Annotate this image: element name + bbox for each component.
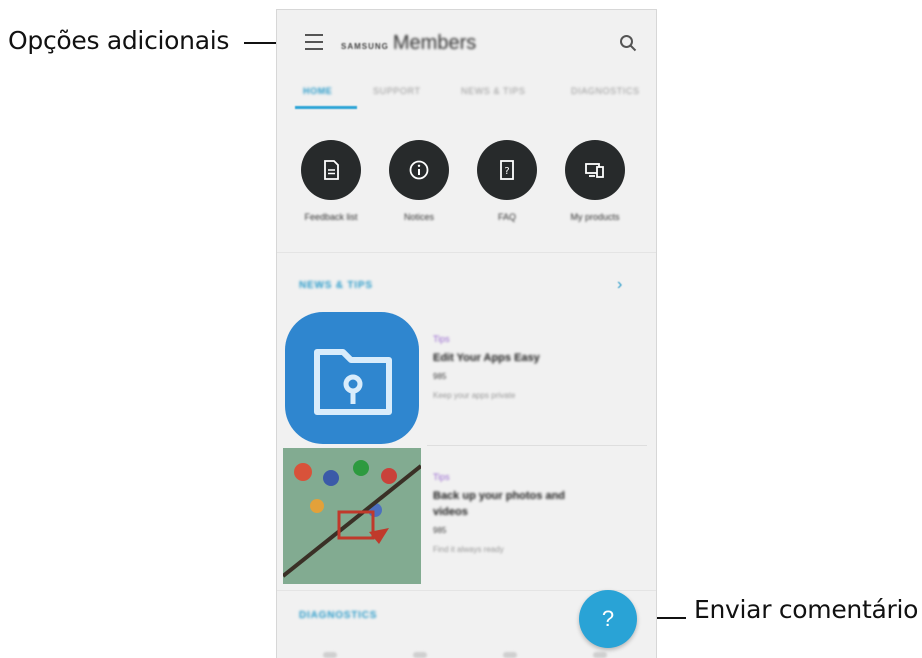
quick-action-faq[interactable]: ? FAQ <box>467 140 547 222</box>
info-icon <box>389 140 449 200</box>
tab-diagnostics[interactable]: DIAGNOSTICS <box>571 86 640 96</box>
app-bar: SAMSUNG Members <box>277 10 656 74</box>
photos-thumbnail-image <box>283 448 421 584</box>
secure-folder-app-icon <box>283 310 421 446</box>
document-icon <box>301 140 361 200</box>
section-title: NEWS & TIPS <box>299 280 373 291</box>
brand-samsung: SAMSUNG <box>341 42 389 51</box>
faq-icon: ? <box>477 140 537 200</box>
article-views: 985 <box>433 372 447 381</box>
quick-action-label: Notices <box>403 212 434 222</box>
article-meta: Tips Back up your photos and videos 985 … <box>433 472 643 554</box>
quick-action-notices[interactable]: Notices <box>379 140 459 222</box>
article-tag: Tips <box>433 334 450 344</box>
article-description: Keep your apps private <box>433 391 516 400</box>
article-card[interactable]: Tips Edit Your Apps Easy 985 Keep your a… <box>283 310 649 446</box>
news-tips-section-header[interactable]: NEWS & TIPS › <box>277 268 656 304</box>
article-meta: Tips Edit Your Apps Easy 985 Keep your a… <box>433 334 643 400</box>
article-tag: Tips <box>433 472 450 482</box>
tab-support[interactable]: SUPPORT <box>373 86 421 96</box>
quick-action-label: Feedback list <box>304 212 358 222</box>
quick-action-feedback-list[interactable]: Feedback list <box>291 140 371 222</box>
callout-more-options: Opções adicionais <box>8 26 230 55</box>
article-separator <box>427 445 647 446</box>
diagnostics-section-title[interactable]: DIAGNOSTICS <box>299 610 377 621</box>
quick-action-label: FAQ <box>497 212 516 222</box>
svg-text:?: ? <box>504 166 509 177</box>
quick-action-label: My products <box>570 212 620 222</box>
phone-screen: SAMSUNG Members HOME SUPPORT NEWS & TIPS… <box>276 9 657 658</box>
article-title: Back up your photos and videos <box>433 490 566 518</box>
article-description: Find it always ready <box>433 545 504 554</box>
search-icon[interactable] <box>619 34 637 52</box>
tab-news-tips[interactable]: NEWS & TIPS <box>461 86 525 96</box>
section-divider <box>277 252 656 253</box>
brand-members: Members <box>392 32 477 54</box>
tab-home[interactable]: HOME <box>303 86 332 96</box>
hamburger-menu-icon[interactable] <box>305 34 323 50</box>
article-views: 985 <box>433 526 447 535</box>
send-feedback-button[interactable]: ? <box>579 590 637 648</box>
quick-action-my-products[interactable]: My products <box>555 140 635 222</box>
chevron-right-icon[interactable]: › <box>617 276 622 294</box>
callout-send-feedback: Enviar comentário <box>694 595 919 624</box>
article-title: Edit Your Apps Easy <box>433 352 540 364</box>
active-tab-indicator <box>295 106 357 109</box>
article-card[interactable]: Tips Back up your photos and videos 985 … <box>283 448 649 584</box>
devices-icon <box>565 140 625 200</box>
quick-actions: Feedback list Notices ? FAQ My products <box>277 122 656 240</box>
app-title: SAMSUNG Members <box>341 32 476 55</box>
